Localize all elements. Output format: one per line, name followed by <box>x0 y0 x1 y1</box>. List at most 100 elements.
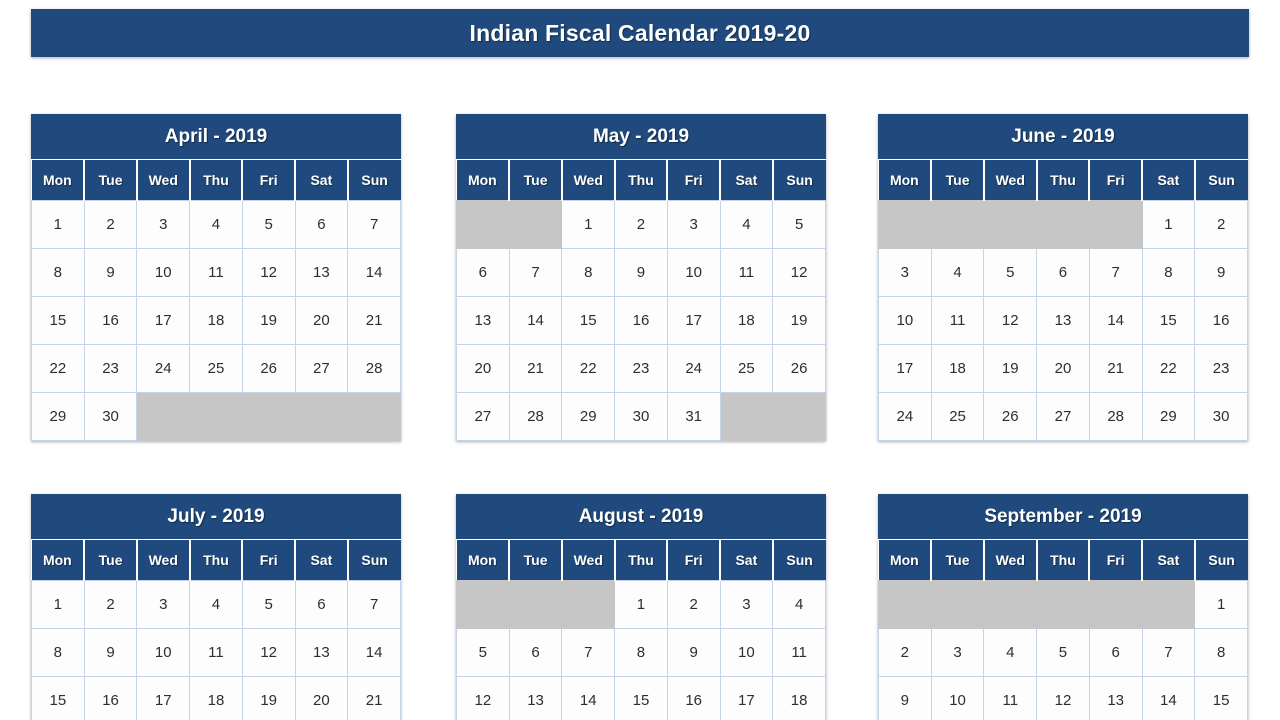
day-cell[interactable]: 10 <box>719 627 774 677</box>
day-cell[interactable]: 13 <box>456 295 510 345</box>
day-cell[interactable]: 14 <box>347 247 401 297</box>
day-cell[interactable]: 30 <box>614 391 668 441</box>
day-cell[interactable]: 4 <box>189 579 243 629</box>
day-cell[interactable]: 28 <box>347 343 401 393</box>
day-cell[interactable]: 4 <box>772 579 826 629</box>
day-cell[interactable]: 16 <box>614 295 668 345</box>
day-cell[interactable]: 11 <box>719 247 774 297</box>
day-cell[interactable]: 4 <box>930 247 985 297</box>
day-cell[interactable]: 12 <box>1036 675 1090 720</box>
day-cell[interactable]: 2 <box>878 627 932 677</box>
day-cell[interactable]: 10 <box>666 247 721 297</box>
day-cell[interactable]: 12 <box>241 247 296 297</box>
day-cell[interactable]: 24 <box>136 343 191 393</box>
day-cell[interactable]: 11 <box>983 675 1038 720</box>
day-cell[interactable]: 21 <box>347 675 401 720</box>
day-cell[interactable]: 13 <box>508 675 563 720</box>
day-cell[interactable]: 15 <box>1141 295 1196 345</box>
day-cell[interactable]: 19 <box>241 675 296 720</box>
day-cell[interactable]: 29 <box>1141 391 1196 441</box>
day-cell[interactable]: 17 <box>666 295 721 345</box>
day-cell[interactable]: 8 <box>614 627 668 677</box>
day-cell[interactable]: 4 <box>983 627 1038 677</box>
day-cell[interactable]: 6 <box>294 579 349 629</box>
day-cell[interactable]: 13 <box>1036 295 1090 345</box>
day-cell[interactable]: 19 <box>983 343 1038 393</box>
day-cell[interactable]: 1 <box>31 199 85 249</box>
day-cell[interactable]: 9 <box>614 247 668 297</box>
day-cell[interactable]: 24 <box>666 343 721 393</box>
day-cell[interactable]: 15 <box>1194 675 1248 720</box>
day-cell[interactable]: 17 <box>136 675 191 720</box>
day-cell[interactable]: 15 <box>614 675 668 720</box>
day-cell[interactable]: 1 <box>561 199 616 249</box>
day-cell[interactable]: 2 <box>1194 199 1248 249</box>
day-cell[interactable]: 6 <box>1036 247 1090 297</box>
day-cell[interactable]: 17 <box>878 343 932 393</box>
day-cell[interactable]: 14 <box>508 295 563 345</box>
day-cell[interactable]: 2 <box>83 199 138 249</box>
day-cell[interactable]: 18 <box>930 343 985 393</box>
day-cell[interactable]: 3 <box>878 247 932 297</box>
day-cell[interactable]: 9 <box>878 675 932 720</box>
day-cell[interactable]: 8 <box>31 247 85 297</box>
day-cell[interactable]: 3 <box>136 579 191 629</box>
day-cell[interactable]: 27 <box>456 391 510 441</box>
day-cell[interactable]: 8 <box>1194 627 1248 677</box>
day-cell[interactable]: 8 <box>1141 247 1196 297</box>
day-cell[interactable]: 4 <box>189 199 243 249</box>
day-cell[interactable]: 19 <box>772 295 826 345</box>
day-cell[interactable]: 10 <box>930 675 985 720</box>
day-cell[interactable]: 12 <box>983 295 1038 345</box>
day-cell[interactable]: 5 <box>1036 627 1090 677</box>
day-cell[interactable]: 20 <box>1036 343 1090 393</box>
day-cell[interactable]: 5 <box>772 199 826 249</box>
day-cell[interactable]: 21 <box>347 295 401 345</box>
day-cell[interactable]: 7 <box>561 627 616 677</box>
day-cell[interactable]: 7 <box>347 199 401 249</box>
day-cell[interactable]: 17 <box>719 675 774 720</box>
day-cell[interactable]: 25 <box>719 343 774 393</box>
day-cell[interactable]: 27 <box>294 343 349 393</box>
day-cell[interactable]: 20 <box>456 343 510 393</box>
day-cell[interactable]: 6 <box>1088 627 1143 677</box>
day-cell[interactable]: 16 <box>1194 295 1248 345</box>
day-cell[interactable]: 11 <box>772 627 826 677</box>
day-cell[interactable]: 14 <box>1141 675 1196 720</box>
day-cell[interactable]: 29 <box>561 391 616 441</box>
day-cell[interactable]: 16 <box>83 295 138 345</box>
day-cell[interactable]: 20 <box>294 295 349 345</box>
day-cell[interactable]: 9 <box>83 247 138 297</box>
day-cell[interactable]: 1 <box>1194 579 1248 629</box>
day-cell[interactable]: 6 <box>508 627 563 677</box>
day-cell[interactable]: 26 <box>983 391 1038 441</box>
day-cell[interactable]: 30 <box>1194 391 1248 441</box>
day-cell[interactable]: 28 <box>1088 391 1143 441</box>
day-cell[interactable]: 3 <box>666 199 721 249</box>
day-cell[interactable]: 13 <box>1088 675 1143 720</box>
day-cell[interactable]: 7 <box>1088 247 1143 297</box>
day-cell[interactable]: 1 <box>614 579 668 629</box>
day-cell[interactable]: 26 <box>241 343 296 393</box>
day-cell[interactable]: 1 <box>1141 199 1196 249</box>
day-cell[interactable]: 25 <box>189 343 243 393</box>
day-cell[interactable]: 13 <box>294 627 349 677</box>
day-cell[interactable]: 7 <box>508 247 563 297</box>
day-cell[interactable]: 18 <box>189 295 243 345</box>
day-cell[interactable]: 15 <box>31 295 85 345</box>
day-cell[interactable]: 4 <box>719 199 774 249</box>
day-cell[interactable]: 23 <box>83 343 138 393</box>
day-cell[interactable]: 22 <box>31 343 85 393</box>
day-cell[interactable]: 18 <box>772 675 826 720</box>
day-cell[interactable]: 9 <box>83 627 138 677</box>
day-cell[interactable]: 17 <box>136 295 191 345</box>
day-cell[interactable]: 27 <box>1036 391 1090 441</box>
day-cell[interactable]: 11 <box>189 627 243 677</box>
day-cell[interactable]: 12 <box>456 675 510 720</box>
day-cell[interactable]: 14 <box>347 627 401 677</box>
day-cell[interactable]: 15 <box>31 675 85 720</box>
day-cell[interactable]: 12 <box>241 627 296 677</box>
day-cell[interactable]: 5 <box>983 247 1038 297</box>
day-cell[interactable]: 9 <box>1194 247 1248 297</box>
day-cell[interactable]: 3 <box>719 579 774 629</box>
